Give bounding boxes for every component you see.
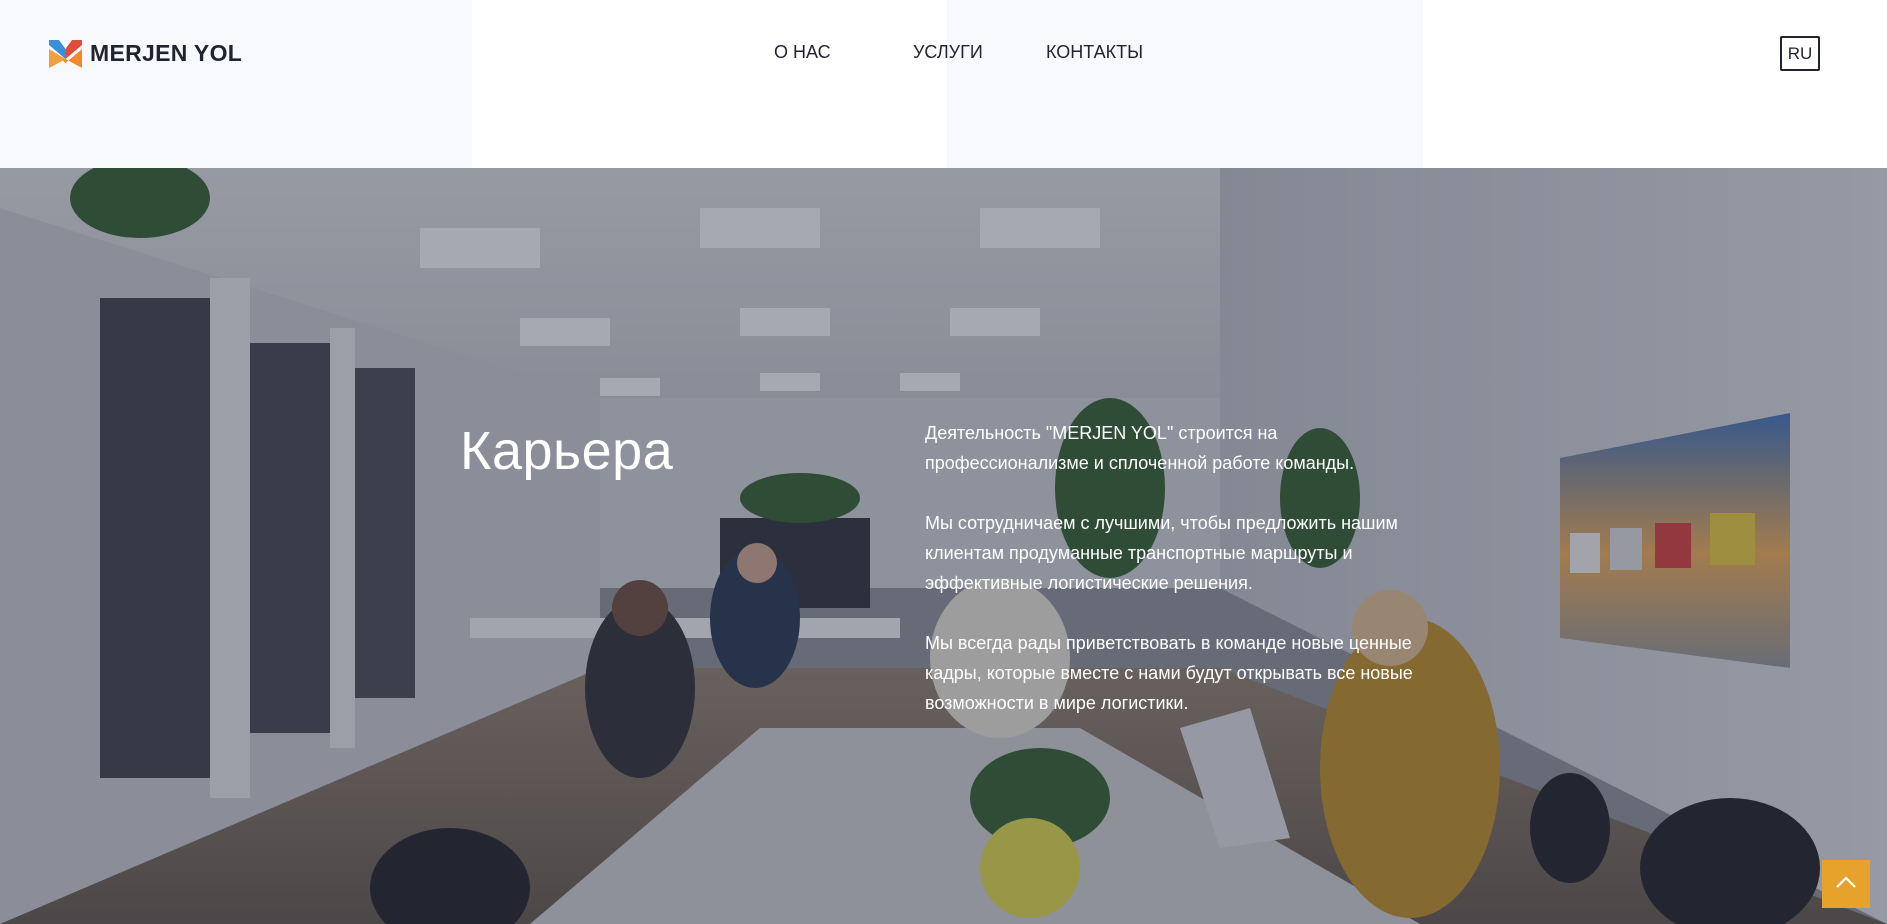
header-bg-column [0,0,472,168]
hero-description: Деятельность "MERJEN YOL" строится на пр… [925,418,1445,748]
header-bg-column [947,0,1423,168]
nav-item-contacts[interactable]: КОНТАКТЫ [1046,42,1143,63]
hero-paragraph: Деятельность "MERJEN YOL" строится на пр… [925,423,1355,473]
page-title: Карьера [460,421,674,481]
header-bg-column [1423,0,1887,168]
chevron-up-icon [1835,875,1857,894]
language-switcher[interactable]: RU [1780,36,1820,71]
scroll-to-top-button[interactable] [1822,860,1870,908]
hero-paragraph: Мы всегда рады приветствовать в команде … [925,633,1413,713]
hero-paragraph: Мы сотрудничаем с лучшими, чтобы предлож… [925,513,1398,593]
header-bg-column [472,0,947,168]
main-nav: О НАС УСЛУГИ КОНТАКТЫ [0,42,1887,66]
nav-item-about[interactable]: О НАС [774,42,831,63]
nav-item-services[interactable]: УСЛУГИ [913,42,983,63]
site-header: MERJEN YOL О НАС УСЛУГИ КОНТАКТЫ RU [0,0,1887,168]
career-hero: Карьера Деятельность "MERJEN YOL" строит… [0,168,1887,924]
